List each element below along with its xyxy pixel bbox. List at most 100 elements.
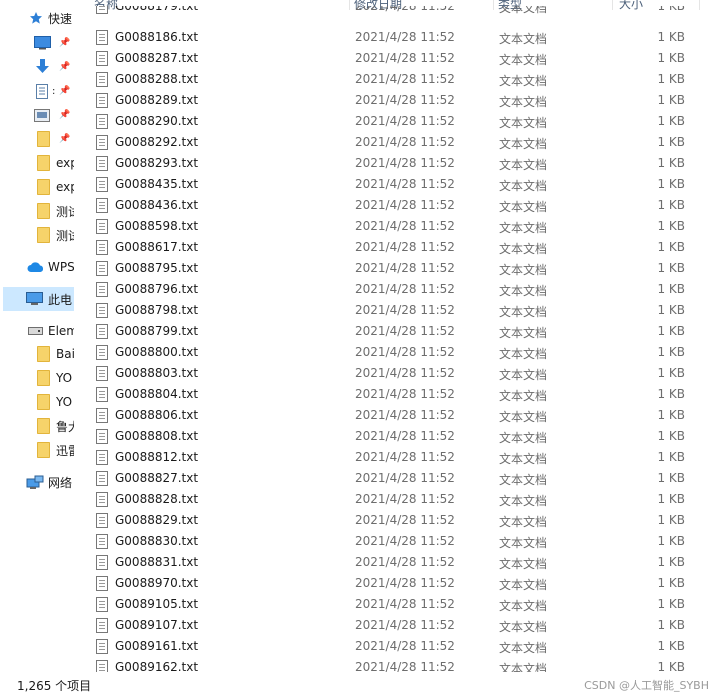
- file-name: G0088831.txt: [115, 555, 199, 569]
- file-row[interactable]: G0088812.txt 2021/4/28 11:52 文本文档 1 KB: [91, 447, 701, 468]
- file-row[interactable]: G0088293.txt 2021/4/28 11:52 文本文档 1 KB: [91, 153, 701, 174]
- file-row[interactable]: G0088436.txt 2021/4/28 11:52 文本文档 1 KB: [91, 195, 701, 216]
- file-type: 文本文档: [499, 116, 548, 130]
- nav-item-pictures[interactable]: 📌: [0, 103, 74, 127]
- file-row[interactable]: G0088827.txt 2021/4/28 11:52 文本文档 1 KB: [91, 468, 701, 489]
- item-count: 1,265 个项目: [17, 679, 92, 693]
- nav-item-downloads[interactable]: 📌: [0, 55, 74, 79]
- file-row[interactable]: G0088800.txt 2021/4/28 11:52 文本文档 1 KB: [91, 342, 701, 363]
- file-row[interactable]: G0088795.txt 2021/4/28 11:52 文本文档 1 KB: [91, 258, 701, 279]
- nav-item-wps[interactable]: WPS: [0, 255, 74, 279]
- nav-quick-access[interactable]: 快速: [0, 6, 74, 30]
- file-row[interactable]: G0088617.txt 2021/4/28 11:52 文本文档 1 KB: [91, 237, 701, 258]
- file-type: 文本文档: [499, 662, 548, 672]
- nav-item-desktop[interactable]: 📌: [0, 31, 74, 55]
- nav-wps-label: WPS: [48, 260, 74, 274]
- file-name: G0088828.txt: [115, 492, 199, 506]
- file-date: 2021/4/28 11:52: [355, 177, 455, 191]
- file-row[interactable]: G0088292.txt 2021/4/28 11:52 文本文档 1 KB: [91, 132, 701, 153]
- file-size: 1 KB: [657, 387, 685, 401]
- file-row[interactable]: G0088831.txt 2021/4/28 11:52 文本文档 1 KB: [91, 552, 701, 573]
- folder-icon: [37, 394, 50, 410]
- file-type: 文本文档: [499, 452, 548, 466]
- nav-item-exp-1[interactable]: exp: [0, 151, 74, 175]
- file-row[interactable]: G0088179.txt 2021/4/28 11:52 文本文档 1 KB: [91, 6, 701, 17]
- text-file-icon: [96, 30, 108, 45]
- text-file-icon: [96, 429, 108, 444]
- file-type: 文本文档: [499, 515, 548, 529]
- file-row[interactable]: G0089107.txt 2021/4/28 11:52 文本文档 1 KB: [91, 615, 701, 636]
- nav-item-network[interactable]: 网络: [0, 470, 74, 494]
- file-row[interactable]: G0088288.txt 2021/4/28 11:52 文本文档 1 KB: [91, 69, 701, 90]
- file-type: 文本文档: [499, 95, 548, 109]
- nav-item-drive-folder-1[interactable]: Bai: [0, 342, 74, 366]
- text-file-icon: [96, 660, 108, 672]
- file-date: 2021/4/28 11:52: [355, 513, 455, 527]
- file-type: 文本文档: [499, 578, 548, 592]
- file-name: G0088829.txt: [115, 513, 199, 527]
- file-row[interactable]: G0089161.txt 2021/4/28 11:52 文本文档 1 KB: [91, 636, 701, 657]
- file-row[interactable]: G0088186.txt 2021/4/28 11:52 文本文档 1 KB: [91, 27, 701, 48]
- nav-item-label: 迅雷: [56, 443, 74, 458]
- star-icon: [28, 10, 44, 26]
- file-name: G0088970.txt: [115, 576, 199, 590]
- file-name: G0088830.txt: [115, 534, 199, 548]
- file-date: 2021/4/28 11:52: [355, 555, 455, 569]
- nav-item-test-2[interactable]: 测试: [0, 223, 74, 247]
- file-name: G0088292.txt: [115, 135, 199, 149]
- pane-splitter[interactable]: [74, 0, 91, 672]
- file-row[interactable]: G0088808.txt 2021/4/28 11:52 文本文档 1 KB: [91, 426, 701, 447]
- file-name: G0088806.txt: [115, 408, 199, 422]
- file-row[interactable]: G0088435.txt 2021/4/28 11:52 文本文档 1 KB: [91, 174, 701, 195]
- nav-item-drive-folder-4[interactable]: 鲁大: [0, 414, 74, 438]
- file-row[interactable]: G0088804.txt 2021/4/28 11:52 文本文档 1 KB: [91, 384, 701, 405]
- file-size: 1 KB: [657, 324, 685, 338]
- nav-item-label: 测试: [56, 228, 74, 243]
- nav-item-folder[interactable]: 📌: [0, 127, 74, 151]
- file-size: 1 KB: [657, 639, 685, 653]
- file-row[interactable]: G0088828.txt 2021/4/28 11:52 文本文档 1 KB: [91, 489, 701, 510]
- text-file-icon: [96, 114, 108, 129]
- folder-icon: [37, 418, 50, 434]
- file-row[interactable]: G0088806.txt 2021/4/28 11:52 文本文档 1 KB: [91, 405, 701, 426]
- file-row[interactable]: G0088290.txt 2021/4/28 11:52 文本文档 1 KB: [91, 111, 701, 132]
- file-size: 1 KB: [657, 6, 685, 13]
- file-size: 1 KB: [657, 576, 685, 590]
- file-row[interactable]: G0088289.txt 2021/4/28 11:52 文本文档 1 KB: [91, 90, 701, 111]
- nav-item-drive[interactable]: Elem: [0, 319, 74, 343]
- nav-item-documents[interactable]: : 📌: [0, 79, 74, 103]
- file-size: 1 KB: [657, 282, 685, 296]
- file-row[interactable]: G0088830.txt 2021/4/28 11:52 文本文档 1 KB: [91, 531, 701, 552]
- picture-icon: [34, 108, 50, 122]
- file-row[interactable]: G0088803.txt 2021/4/28 11:52 文本文档 1 KB: [91, 363, 701, 384]
- nav-item-label: exp: [56, 180, 74, 194]
- nav-item-test-1[interactable]: 测试: [0, 199, 74, 223]
- file-date: 2021/4/28 11:52: [355, 576, 455, 590]
- nav-item-drive-folder-2[interactable]: YO: [0, 366, 74, 390]
- nav-item-this-pc[interactable]: 此电: [3, 287, 74, 311]
- file-name: G0088287.txt: [115, 51, 199, 65]
- file-row[interactable]: G0088598.txt 2021/4/28 11:52 文本文档 1 KB: [91, 216, 701, 237]
- text-file-icon: [96, 156, 108, 171]
- file-date: 2021/4/28 11:52: [355, 135, 455, 149]
- file-date: 2021/4/28 11:52: [355, 492, 455, 506]
- file-row[interactable]: G0088799.txt 2021/4/28 11:52 文本文档 1 KB: [91, 321, 701, 342]
- file-name: G0088293.txt: [115, 156, 199, 170]
- file-row[interactable]: G0089162.txt 2021/4/28 11:52 文本文档 1 KB: [91, 657, 701, 672]
- file-row[interactable]: G0088798.txt 2021/4/28 11:52 文本文档 1 KB: [91, 300, 701, 321]
- file-row[interactable]: G0088829.txt 2021/4/28 11:52 文本文档 1 KB: [91, 510, 701, 531]
- nav-item-drive-folder-3[interactable]: YO: [0, 390, 74, 414]
- folder-icon: [37, 442, 50, 458]
- file-row[interactable]: G0088970.txt 2021/4/28 11:52 文本文档 1 KB: [91, 573, 701, 594]
- text-file-icon: [96, 198, 108, 213]
- nav-item-exp-2[interactable]: exp: [0, 175, 74, 199]
- file-type: 文本文档: [499, 641, 548, 655]
- file-name: G0088289.txt: [115, 93, 199, 107]
- file-date: 2021/4/28 11:52: [355, 156, 455, 170]
- file-size: 1 KB: [657, 660, 685, 672]
- file-row[interactable]: G0089105.txt 2021/4/28 11:52 文本文档 1 KB: [91, 594, 701, 615]
- file-row[interactable]: G0088796.txt 2021/4/28 11:52 文本文档 1 KB: [91, 279, 701, 300]
- nav-item-drive-folder-5[interactable]: 迅雷: [0, 438, 74, 462]
- file-type: 文本文档: [499, 137, 548, 151]
- file-row[interactable]: G0088287.txt 2021/4/28 11:52 文本文档 1 KB: [91, 48, 701, 69]
